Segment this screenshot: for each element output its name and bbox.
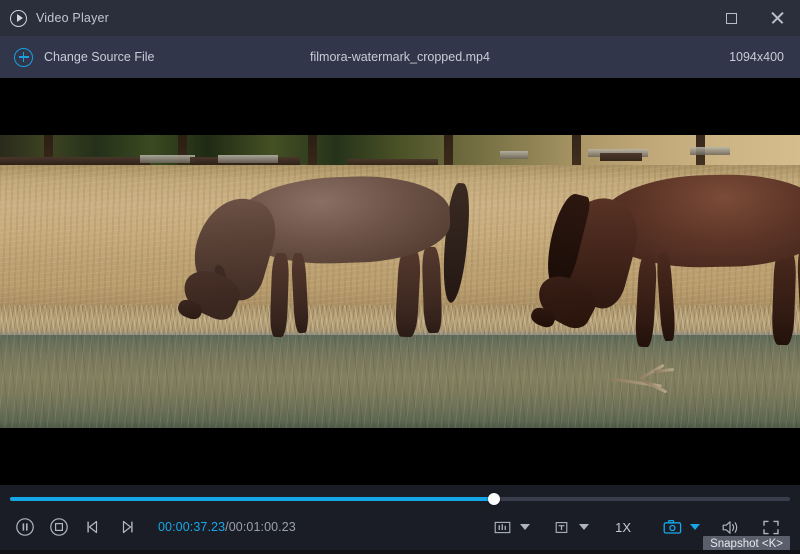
camera-icon (663, 519, 681, 534)
play-circle-icon (10, 9, 27, 27)
previous-frame-button[interactable] (78, 512, 108, 542)
change-source-file-button[interactable]: Change Source File (14, 47, 155, 67)
subtitle-text-icon (555, 521, 567, 533)
seek-bar[interactable] (10, 493, 790, 505)
horse-left (175, 173, 475, 352)
seek-fill (10, 497, 494, 501)
change-source-file-label: Change Source File (44, 50, 155, 64)
player-controls: 00:00:37.23 / 00:01:00.23 1X Snapshot <K… (0, 485, 800, 554)
video-stage[interactable] (0, 78, 800, 485)
snapshot-button[interactable] (657, 512, 687, 542)
step-backward-icon (87, 520, 98, 534)
playback-speed-button[interactable]: 1X (615, 520, 631, 535)
pause-button[interactable] (10, 512, 40, 542)
video-frame (0, 135, 800, 428)
window-controls (708, 0, 800, 36)
volume-icon (722, 520, 738, 534)
window-bottom-edge (0, 550, 800, 554)
source-resolution: 1094x400 (729, 50, 784, 64)
seek-handle[interactable] (487, 493, 500, 505)
close-button[interactable] (754, 0, 800, 36)
snapshot-chevron-down-icon[interactable] (690, 524, 700, 530)
controls-row: 00:00:37.23 / 00:01:00.23 1X (0, 511, 800, 543)
driftwood-branch (610, 363, 680, 394)
equalizer-control[interactable] (487, 512, 546, 542)
pause-icon (16, 518, 34, 536)
subtitle-button[interactable] (546, 512, 576, 542)
equalizer-icon (494, 521, 510, 533)
step-forward-icon (122, 520, 133, 534)
subtitle-control[interactable] (546, 512, 605, 542)
plus-circle-icon (14, 47, 33, 67)
maximize-icon (725, 12, 737, 24)
video-player-window: Video Player Change Source File filmora-… (0, 0, 800, 554)
next-frame-button[interactable] (112, 512, 142, 542)
transport-controls: 00:00:37.23 / 00:01:00.23 (0, 512, 296, 542)
horse-right (528, 169, 800, 359)
stop-icon (50, 518, 68, 536)
title-bar-left: Video Player (10, 9, 110, 27)
fullscreen-icon (763, 520, 779, 534)
time-display: 00:00:37.23 / 00:01:00.23 (158, 520, 296, 534)
source-bar: Change Source File filmora-watermark_cro… (0, 36, 800, 78)
current-time: 00:00:37.23 (158, 520, 226, 534)
window-title: Video Player (36, 11, 110, 25)
maximize-button[interactable] (708, 0, 754, 36)
equalizer-chevron-down-icon[interactable] (520, 524, 531, 530)
subtitle-chevron-down-icon[interactable] (579, 524, 590, 530)
stop-button[interactable] (44, 512, 74, 542)
title-bar: Video Player (0, 0, 800, 36)
equalizer-button[interactable] (487, 512, 517, 542)
close-icon (770, 11, 784, 25)
total-time: 00:01:00.23 (228, 520, 296, 534)
